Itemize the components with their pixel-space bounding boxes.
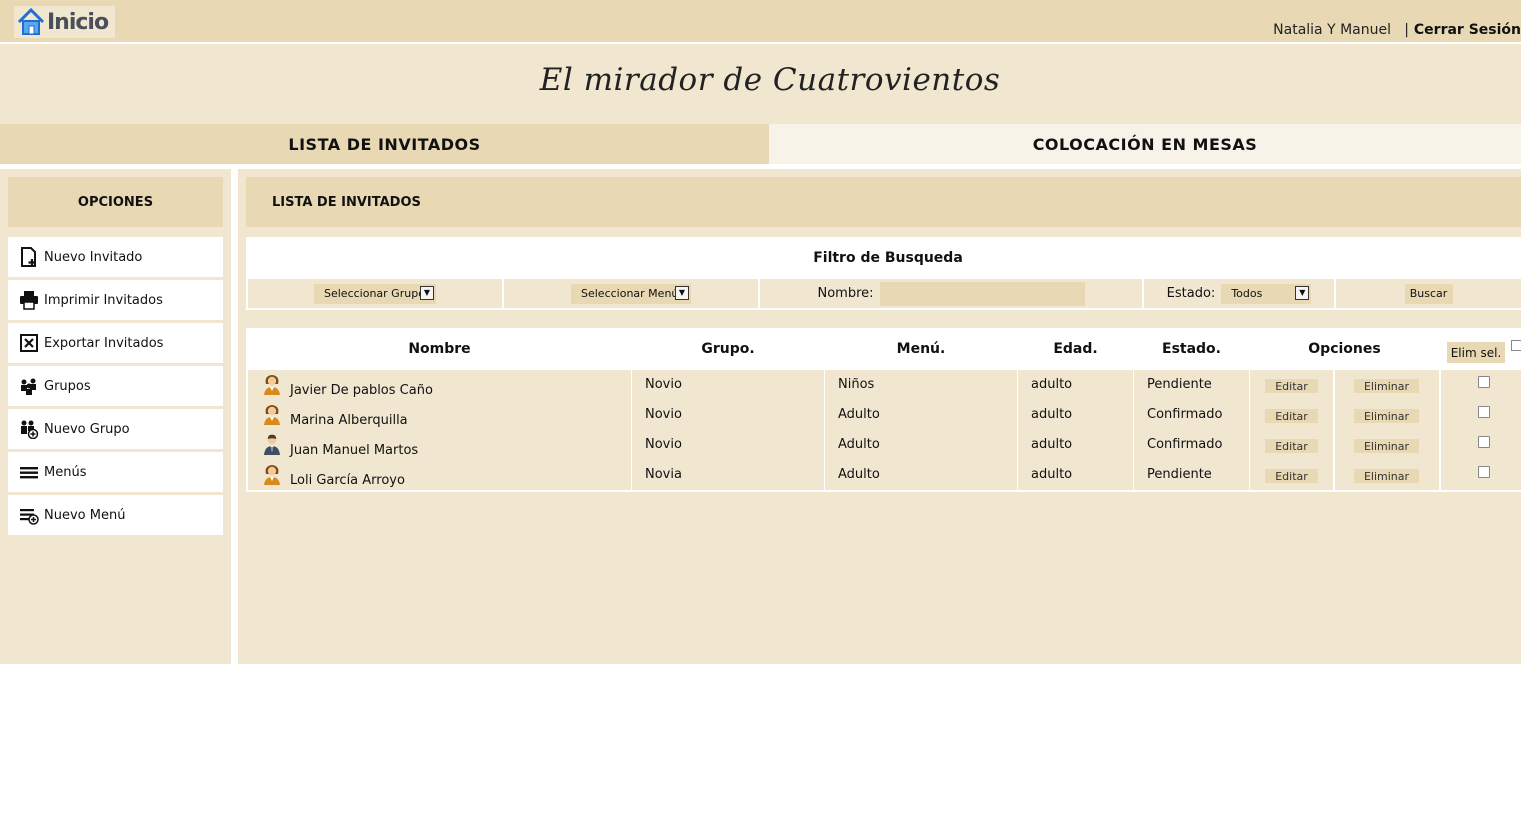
add-menu-icon [18, 504, 40, 526]
cell-age: adulto [1031, 407, 1073, 422]
row-checkbox[interactable] [1478, 406, 1490, 418]
status-select[interactable]: Todos ▼ [1221, 283, 1312, 304]
female-user-icon [261, 463, 283, 485]
column-header-menu: Menú. [896, 341, 946, 357]
cell-status: Confirmado [1147, 437, 1223, 452]
cell-status: Confirmado [1147, 407, 1223, 422]
sidebar-item-menus[interactable]: Menús [8, 452, 223, 492]
tab-label: COLOCACIÓN EN MESAS [1032, 134, 1258, 154]
home-button[interactable]: Inicio [14, 6, 115, 38]
add-group-icon [18, 418, 40, 440]
sidebar-item-label: Nuevo Grupo [44, 421, 130, 437]
column-header-edad: Edad. [1053, 341, 1098, 357]
cell-menu: Niños [838, 377, 875, 392]
cell-age: adulto [1031, 437, 1073, 452]
female-user-icon [261, 373, 283, 395]
filter-title: Filtro de Busqueda [813, 250, 963, 266]
logout-link[interactable]: Cerrar Sesión [1414, 22, 1521, 38]
row-checkbox[interactable] [1478, 376, 1490, 388]
dropdown-arrow-icon: ▼ [1295, 285, 1310, 300]
status-label: Estado: [1166, 286, 1216, 301]
group-select[interactable]: Seleccionar Grupo ▼ [314, 283, 436, 304]
cell-name: Juan Manuel Martos [290, 443, 419, 458]
delete-button[interactable]: Eliminar [1354, 409, 1419, 423]
edit-button[interactable]: Editar [1265, 379, 1318, 393]
sidebar-item-label: Grupos [44, 378, 91, 394]
edit-button[interactable]: Editar [1265, 469, 1318, 483]
female-user-icon [261, 403, 283, 425]
cell-group: Novio [645, 407, 682, 422]
cell-group: Novia [645, 467, 682, 482]
sidebar-item-label: Nuevo Invitado [44, 249, 143, 265]
delete-selected-button[interactable]: Elim sel. [1447, 342, 1505, 363]
home-icon [17, 7, 45, 35]
column-header-estado: Estado. [1162, 341, 1221, 357]
cell-menu: Adulto [838, 467, 880, 482]
user-name: Natalia Y Manuel [1273, 22, 1391, 38]
cell-group: Novio [645, 437, 682, 452]
delete-button[interactable]: Eliminar [1354, 469, 1419, 483]
sidebar-item-grupos[interactable]: Grupos [8, 366, 223, 406]
tab-label: LISTA DE INVITADOS [288, 134, 481, 154]
status-select-value: Todos [1231, 287, 1263, 300]
cell-status: Pendiente [1147, 467, 1212, 482]
menu-select[interactable]: Seleccionar Menú ▼ [571, 283, 691, 304]
home-label: Inicio [47, 9, 109, 35]
column-header-nombre: Nombre [408, 341, 471, 357]
name-input[interactable] [879, 281, 1085, 306]
cell-group: Novio [645, 377, 682, 392]
printer-icon [18, 289, 40, 311]
dropdown-arrow-icon: ▼ [420, 285, 434, 300]
filter-group-cell: Seleccionar Grupo ▼ [248, 279, 502, 308]
sidebar-item-nuevo-menu[interactable]: Nuevo Menú [8, 495, 223, 535]
group-icon [18, 375, 40, 397]
row-checkbox[interactable] [1478, 436, 1490, 448]
select-all-checkbox[interactable] [1511, 340, 1521, 351]
column-header-grupo: Grupo. [701, 341, 755, 357]
dropdown-arrow-icon: ▼ [675, 285, 689, 300]
sidebar-item-imprimir-invitados[interactable]: Imprimir Invitados [8, 280, 223, 320]
cell-status: Pendiente [1147, 377, 1212, 392]
filter-status-cell: Estado: Todos ▼ [1144, 279, 1334, 308]
delete-button[interactable]: Eliminar [1354, 379, 1419, 393]
sidebar-item-label: Exportar Invitados [44, 335, 164, 351]
sidebar-item-label: Nuevo Menú [44, 507, 126, 523]
cell-age: adulto [1031, 467, 1073, 482]
sidebar-item-nuevo-invitado[interactable]: Nuevo Invitado [8, 237, 223, 277]
edit-button[interactable]: Editar [1265, 409, 1318, 423]
excel-export-icon [18, 332, 40, 354]
sidebar-item-label: Menús [44, 464, 87, 480]
row-checkbox[interactable] [1478, 466, 1490, 478]
main-title: LISTA DE INVITADOS [272, 194, 421, 210]
filter-name-cell: Nombre: [760, 279, 1142, 308]
filter-menu-cell: Seleccionar Menú ▼ [504, 279, 758, 308]
cell-name: Loli García Arroyo [290, 473, 405, 488]
sidebar-item-label: Imprimir Invitados [44, 292, 163, 308]
search-button[interactable]: Buscar [1404, 283, 1453, 304]
menu-lines-icon [18, 461, 40, 483]
menu-select-value: Seleccionar Menú [581, 287, 679, 300]
sidebar-item-nuevo-grupo[interactable]: Nuevo Grupo [8, 409, 223, 449]
cell-age: adulto [1031, 377, 1073, 392]
header-separator: | [1404, 22, 1409, 38]
edit-button[interactable]: Editar [1265, 439, 1318, 453]
tab-lista-invitados[interactable]: LISTA DE INVITADOS [0, 124, 769, 164]
tab-colocacion-mesas[interactable]: COLOCACIÓN EN MESAS [769, 124, 1521, 164]
column-header-opciones: Opciones [1308, 341, 1381, 357]
sidebar-item-exportar-invitados[interactable]: Exportar Invitados [8, 323, 223, 363]
sidebar-title: OPCIONES [8, 177, 223, 227]
cell-name: Javier De pablos Caño [290, 383, 433, 398]
group-select-value: Seleccionar Grupo [324, 287, 425, 300]
cell-menu: Adulto [838, 407, 880, 422]
new-document-icon [18, 246, 40, 268]
delete-button[interactable]: Eliminar [1354, 439, 1419, 453]
site-title: El mirador de Cuatrovientos [539, 62, 1001, 98]
cell-menu: Adulto [838, 437, 880, 452]
filter-search-cell: Buscar [1336, 279, 1521, 308]
male-user-icon [261, 433, 283, 455]
name-label: Nombre: [817, 286, 874, 301]
main-title-bar: LISTA DE INVITADOS [246, 177, 1521, 227]
cell-name: Marina Alberquilla [290, 413, 408, 428]
